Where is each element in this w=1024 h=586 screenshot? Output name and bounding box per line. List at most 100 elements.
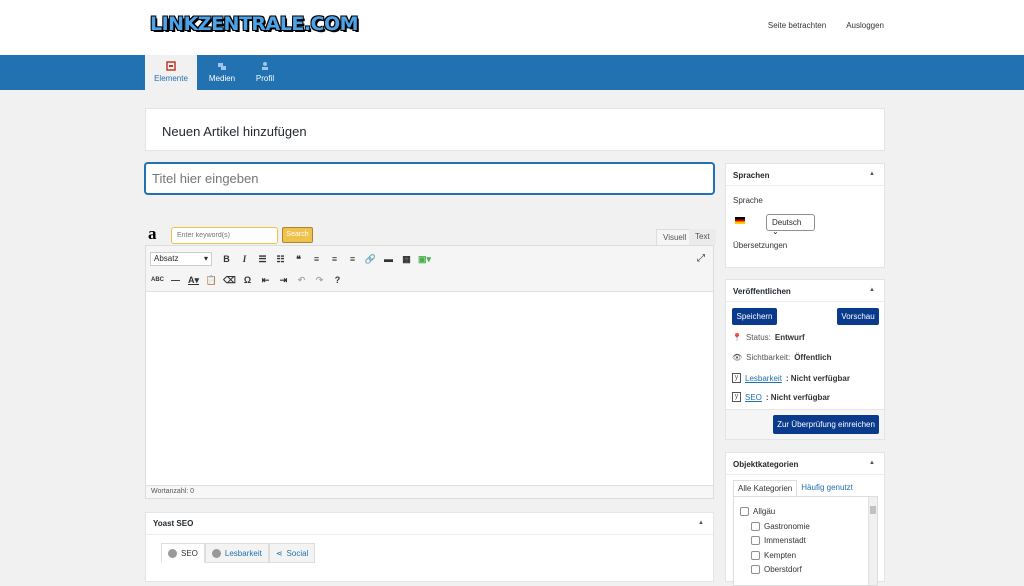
tab-text[interactable]: Text (689, 229, 716, 245)
collapse-arrow-icon[interactable]: ▲ (869, 287, 875, 293)
category-label: Kempten (764, 551, 797, 560)
blockquote-icon[interactable]: ❝ (291, 252, 306, 266)
italic-icon[interactable]: I (237, 252, 252, 266)
text-color-icon[interactable]: A▾ (186, 273, 201, 287)
amazon-logo: a (148, 224, 157, 243)
language-label: Sprache (733, 196, 763, 205)
redo-icon[interactable]: ↷ (312, 273, 327, 287)
yoast-seo-box: Yoast SEO ▲ SEO Lesbarkeit ⋖ Social (145, 512, 714, 582)
yoast-tab-seo[interactable]: SEO (161, 543, 205, 563)
tab-elemente[interactable]: Elemente (145, 55, 197, 90)
tab-label: Social (286, 548, 309, 558)
keyword-input[interactable] (171, 227, 278, 244)
content-editor: Absatz ▾ B I ☰ ☷ ❝ ≡ ≡ ≡ 🔗 ▬ ▦ ▣▾ ABC — A… (145, 245, 714, 499)
collapse-arrow-icon[interactable]: ▲ (869, 460, 875, 466)
category-label: Gastronomie (764, 522, 810, 531)
category-item[interactable]: Allgäu (740, 507, 775, 516)
seo-row: y SEO: Nicht verfügbar (732, 392, 830, 402)
top-links: Seite betrachten Ausloggen (768, 21, 884, 30)
logout-link[interactable]: Ausloggen (846, 21, 884, 30)
checkbox[interactable] (751, 536, 760, 545)
yoast-icon: y (732, 392, 741, 402)
seo-link[interactable]: SEO (745, 393, 762, 402)
align-right-icon[interactable]: ≡ (345, 252, 360, 266)
amazon-search-button[interactable]: Search (282, 227, 313, 243)
post-title-input[interactable] (145, 163, 714, 194)
tab-visuell[interactable]: Visuell (656, 229, 694, 245)
bold-icon[interactable]: B (219, 252, 234, 266)
undo-icon[interactable]: ↶ (294, 273, 309, 287)
visibility-value: Öffentlich (794, 353, 832, 362)
yoast-tab-social[interactable]: ⋖ Social (268, 543, 316, 563)
align-center-icon[interactable]: ≡ (327, 252, 342, 266)
languages-box: Sprachen ▲ Sprache Deutsch ⌄ Übersetzunge… (725, 163, 885, 268)
checkbox[interactable] (751, 551, 760, 560)
site-logo[interactable]: LINKZENTRALE.COM (150, 13, 359, 35)
align-left-icon[interactable]: ≡ (309, 252, 324, 266)
tab-label: Elemente (154, 74, 188, 83)
numbered-list-icon[interactable]: ☷ (273, 252, 288, 266)
fullscreen-icon[interactable]: ⤢ (697, 253, 705, 264)
paste-text-icon[interactable]: 📋 (204, 273, 219, 287)
yoast-title: Yoast SEO (153, 519, 194, 528)
category-label: Allgäu (753, 507, 776, 516)
category-item[interactable]: Oberstdorf (751, 565, 802, 574)
checkbox[interactable] (751, 565, 760, 574)
status-label: Status: (745, 333, 771, 342)
status-value: Entwurf (774, 333, 805, 342)
toolbar-toggle-icon[interactable]: ▦ (399, 252, 414, 266)
top-header: LINKZENTRALE.COM Seite betrachten Auslog… (0, 0, 1024, 55)
category-item[interactable]: Immenstadt (751, 536, 806, 545)
category-label: Immenstadt (764, 536, 806, 545)
profile-icon (262, 62, 268, 70)
yoast-tab-lesbarkeit[interactable]: Lesbarkeit (204, 543, 269, 563)
categories-title: Objektkategorien (733, 460, 799, 469)
editor-toolbar: Absatz ▾ B I ☰ ☷ ❝ ≡ ≡ ≡ 🔗 ▬ ▦ ▣▾ ABC — A… (146, 246, 713, 292)
read-more-icon[interactable]: ▬ (381, 252, 396, 266)
link-icon[interactable]: 🔗 (363, 252, 378, 266)
format-value: Absatz (154, 254, 179, 263)
word-count: Wortanzahl: 0 (146, 485, 713, 498)
category-label: Oberstdorf (764, 565, 802, 574)
checkbox[interactable] (740, 507, 749, 516)
color-box-icon[interactable]: ▣▾ (417, 252, 432, 266)
translations-label: Übersetzungen (733, 241, 788, 250)
publish-title: Veröffentlichen (733, 287, 791, 296)
bullet-list-icon[interactable]: ☰ (255, 252, 270, 266)
nav-bar: Elemente Medien Profil (0, 55, 1024, 90)
checkbox[interactable] (751, 522, 760, 531)
format-select[interactable]: Absatz ▾ (150, 252, 212, 266)
tab-profil[interactable]: Profil (239, 55, 291, 90)
tab-all-categories[interactable]: Alle Kategorien (733, 480, 798, 497)
category-scrollbar[interactable] (868, 497, 877, 585)
collapse-arrow-icon[interactable]: ▲ (698, 520, 704, 526)
readability-link[interactable]: Lesbarkeit (745, 374, 782, 383)
elements-icon (166, 61, 176, 71)
tab-most-used[interactable]: Häufig genutzt (797, 480, 857, 497)
publish-footer: Zur Überprüfung einreichen (726, 409, 884, 439)
tab-label: Lesbarkeit (224, 548, 262, 558)
category-list: Allgäu Gastronomie Immenstadt Kempten Ob… (733, 496, 878, 586)
score-dot-icon (211, 548, 221, 558)
collapse-arrow-icon[interactable]: ▲ (869, 171, 875, 177)
seo-value: : Nicht verfügbar (765, 392, 830, 402)
view-site-link[interactable]: Seite betrachten (768, 21, 826, 30)
save-button[interactable]: Speichern (732, 308, 777, 325)
category-item[interactable]: Gastronomie (751, 522, 810, 531)
submit-review-button[interactable]: Zur Überprüfung einreichen (773, 415, 879, 434)
outdent-icon[interactable]: ⇤ (258, 273, 273, 287)
visibility-row: 👁 Sichtbarkeit: Öffentlich (732, 353, 832, 362)
strikethrough-icon[interactable]: ABC (150, 273, 165, 287)
help-icon[interactable]: ? (330, 273, 345, 287)
category-item[interactable]: Kempten (751, 551, 796, 560)
indent-icon[interactable]: ⇥ (276, 273, 291, 287)
preview-button[interactable]: Vorschau (837, 308, 879, 325)
language-select[interactable]: Deutsch ⌄ (766, 214, 815, 236)
scrollbar-thumb[interactable] (870, 506, 876, 514)
clear-formatting-icon[interactable]: ⌫ (222, 273, 237, 287)
special-character-icon[interactable]: Ω (240, 273, 255, 287)
chevron-down-icon: ⌄ (772, 227, 779, 236)
horizontal-line-icon[interactable]: — (168, 273, 183, 287)
chevron-down-icon: ▾ (203, 254, 208, 263)
languages-title: Sprachen (733, 171, 770, 180)
